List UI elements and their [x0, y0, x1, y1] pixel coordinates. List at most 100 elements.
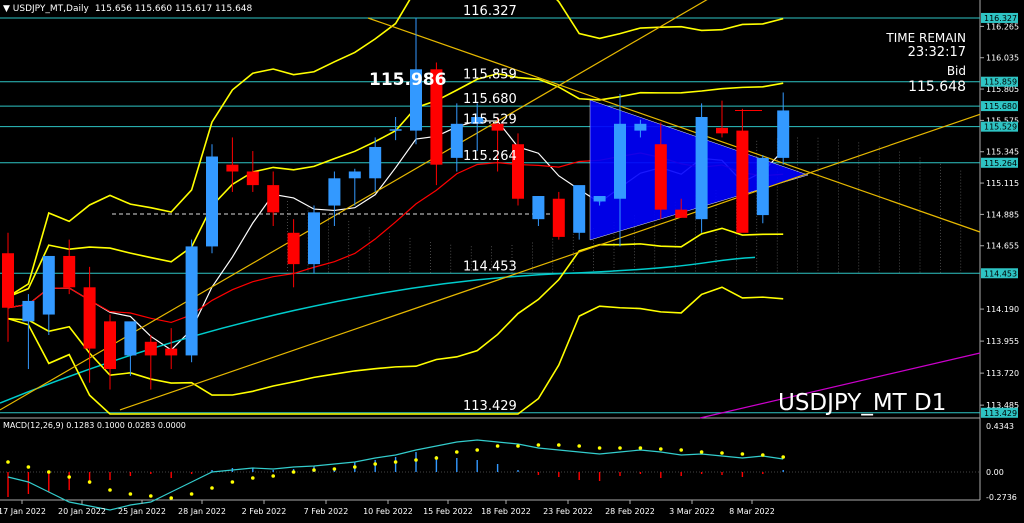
candle-body: [756, 157, 769, 216]
macd-signal-dot: [251, 476, 255, 480]
macd-signal-dot: [761, 453, 765, 457]
high-price-label: 115.986: [369, 70, 446, 90]
macd-signal-dot: [26, 465, 31, 469]
macd-signal-dot: [6, 460, 10, 464]
candle-body: [206, 156, 218, 247]
candle-body: [165, 348, 178, 356]
macd-tick-label: 0.4343: [986, 422, 1014, 431]
candle-body: [104, 321, 116, 370]
macd-signal-dot: [312, 468, 316, 472]
time-remain-value: 23:32:17: [908, 45, 966, 60]
macd-signal-dot: [169, 496, 173, 500]
time-tick-label: 28 Jan 2022: [178, 507, 226, 516]
candle-body: [22, 300, 35, 322]
macd-signal-dot: [189, 492, 194, 496]
macd-signal-dot: [516, 444, 520, 448]
price-tick-label: 113.955: [986, 337, 1019, 346]
macd-signal-dot: [230, 480, 235, 484]
macd-signal-dot: [659, 447, 663, 451]
candle-body: [226, 164, 239, 172]
level-label-4: 115.264: [463, 149, 517, 164]
candle-body: [573, 185, 586, 233]
level-label-0: 116.327: [463, 4, 517, 19]
candle-body: [83, 287, 96, 349]
macd-signal-dot: [455, 450, 459, 454]
candle-body: [532, 196, 545, 220]
candle-body: [654, 144, 667, 210]
candle-body: [634, 123, 647, 131]
price-chart[interactable]: 116.327 115.859 115.680 115.529 115.264 114.4…: [0, 0, 1024, 523]
candle-body: [267, 185, 280, 213]
macd-signal-dot: [373, 462, 378, 466]
macd-signal-dot: [210, 486, 214, 490]
time-tick-label: 15 Feb 2022: [423, 507, 473, 516]
bollinger-lower-outer: [7, 286, 784, 415]
candle-body: [308, 212, 320, 265]
candle-body: [389, 129, 402, 131]
time-tick-label: 17 Jan 2022: [0, 507, 46, 516]
time-tick-label: 10 Feb 2022: [363, 507, 413, 516]
header-symbol-icon: ▼: [3, 4, 13, 14]
trendline-support: [119, 113, 981, 411]
candle-body: [695, 116, 708, 220]
level-label-5: 114.453: [463, 259, 517, 274]
macd-signal-dot: [781, 455, 785, 459]
symbol-watermark: USDJPY_MT D1: [778, 390, 946, 416]
price-tick-label: 113.720: [986, 369, 1019, 378]
header-symbol: USDJPY_MT,Daily: [13, 4, 90, 14]
macd-signal-dot: [618, 446, 622, 450]
macd-signal-dot: [597, 446, 602, 450]
macd-signal-dot: [108, 488, 112, 492]
macd-signal-dot: [414, 458, 418, 462]
macd-signal-dot: [128, 492, 133, 496]
macd-signal-dot: [149, 494, 153, 498]
level-tag-label: 114.453: [984, 269, 1017, 278]
candle-body: [246, 171, 259, 186]
macd-signal-dot: [536, 443, 541, 447]
level-tag-label: 116.327: [984, 14, 1017, 23]
candle-body: [369, 146, 382, 179]
candle-body: [287, 232, 300, 265]
price-tick-label: 114.190: [986, 305, 1019, 314]
macd-signal-dot: [557, 443, 561, 447]
time-remain-label: TIME REMAIN: [885, 31, 966, 45]
macd-label: MACD(12,26,9) 0.1283 0.1000 0.0283 0.000…: [3, 421, 186, 430]
candle-body: [450, 123, 463, 158]
level-label-1: 115.859: [463, 68, 517, 83]
time-tick-label: 2 Feb 2022: [242, 507, 287, 516]
level-tag-label: 115.529: [984, 123, 1017, 132]
macd-signal-dot: [495, 444, 500, 448]
candle-body: [124, 321, 137, 356]
candle-body: [348, 171, 361, 179]
candle-body: [144, 341, 157, 356]
price-tick-label: 115.345: [986, 148, 1019, 157]
time-tick-label: 28 Feb 2022: [605, 507, 655, 516]
time-tick-label: 18 Feb 2022: [481, 507, 531, 516]
macd-signal-dot: [434, 456, 439, 460]
macd-signal-dot: [577, 444, 581, 448]
time-tick-label: 7 Feb 2022: [304, 507, 349, 516]
macd-panel: 0.4343 0.00 -0.2736: [0, 422, 1017, 511]
macd-signal-dot: [720, 451, 724, 455]
macd-tick-label: 0.00: [986, 468, 1004, 477]
price-axis: 116.265116.035115.805115.575115.345115.1…: [980, 12, 1019, 418]
header-ohlc: 115.656 115.660 115.617 115.648: [95, 4, 253, 14]
macd-signal-dot: [47, 470, 51, 474]
candle-body: [716, 127, 728, 134]
level-tag-label: 115.264: [984, 159, 1017, 168]
macd-signal-dot: [740, 452, 745, 456]
price-tick-label: 115.115: [986, 179, 1019, 188]
time-tick-label: 3 Mar 2022: [669, 507, 715, 516]
candle-body: [593, 196, 606, 202]
macd-signal-dot: [699, 450, 704, 454]
level-tag-label: 113.429: [984, 409, 1017, 418]
candle-body: [777, 110, 790, 158]
level-label-3: 115.529: [463, 113, 517, 128]
candle-body: [675, 209, 688, 218]
macd-signal-dot: [679, 448, 683, 452]
macd-signal-dot: [67, 475, 71, 479]
macd-signal-dot: [332, 467, 337, 471]
bid-label: Bid: [947, 64, 966, 78]
macd-signal-dot: [271, 474, 276, 478]
bid-value: 115.648: [908, 79, 966, 95]
